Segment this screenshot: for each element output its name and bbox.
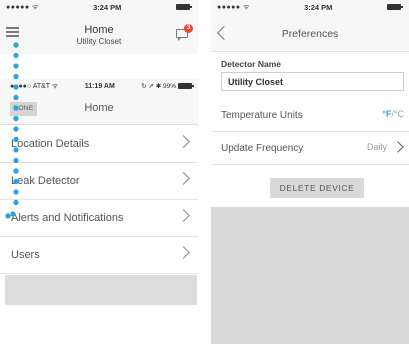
page-title: Preferences (281, 28, 339, 40)
temperature-units-label: Temperature Units (221, 109, 303, 121)
status-time: 3:24 PM (304, 2, 333, 12)
top-nav-bar: Preferences (211, 14, 409, 52)
update-frequency-value: Daily (366, 142, 387, 152)
battery-icon (175, 4, 192, 10)
battery-icon (386, 4, 403, 10)
inner-page-title: Home (84, 102, 114, 114)
inner-status-time: 11:19 AM (84, 82, 115, 90)
status-icons: ↻ ➚ ✱ 99% (141, 83, 176, 90)
unit-celsius[interactable]: °C (394, 109, 404, 119)
empty-placeholder-block (5, 275, 197, 305)
update-frequency-label: Update Frequency (221, 142, 304, 154)
wifi-icon: ᯤ (51, 82, 59, 90)
battery-icon (177, 83, 194, 89)
status-bar: ●●●●● ᯤ 3:24 PM (0, 0, 198, 14)
chevron-right-icon (177, 172, 190, 185)
top-nav-bar: Home Utility Closet 3 (0, 14, 198, 54)
wifi-icon: ᯤ (243, 3, 250, 11)
status-bar: ●●●●● ᯤ 3:24 PM (211, 0, 409, 14)
right-phone-screen: ●●●●● ᯤ 3:24 PM Preferences Detector Nam… (211, 0, 409, 344)
menu-item-label: Leak Detector (11, 175, 80, 187)
menu-item-label: Users (11, 249, 40, 261)
temperature-units-row[interactable]: Temperature Units °F/°C (211, 99, 409, 132)
update-frequency-row[interactable]: Update Frequency Daily (211, 132, 409, 165)
page-title: Home (84, 24, 114, 36)
menu-item-label: Alerts and Notifications (11, 212, 124, 224)
menu-item-alerts-notifications[interactable]: Alerts and Notifications (0, 200, 198, 237)
temperature-units-toggle[interactable]: °F/°C (382, 109, 404, 119)
unit-fahrenheit[interactable]: °F (382, 109, 391, 119)
chevron-right-icon (392, 141, 404, 153)
chevron-right-icon (177, 209, 190, 222)
page-subtitle: Utility Closet (76, 37, 122, 46)
detector-name-label: Detector Name (221, 59, 281, 69)
status-time: 3:24 PM (93, 2, 122, 12)
wifi-icon: ᯤ (32, 3, 39, 11)
delete-device-button[interactable]: DELETE DEVICE (270, 178, 364, 198)
carrier-label: ●●●●○ AT&T ᯤ (10, 82, 59, 90)
signal-indicator: ●●●●● ᯤ (217, 3, 250, 11)
inner-status-bar: ●●●●○ AT&T ᯤ 11:19 AM ↻ ➚ ✱ 99% (0, 79, 198, 93)
menu-item-label: Location Details (11, 138, 90, 150)
menu-item-leak-detector[interactable]: Leak Detector (0, 163, 198, 200)
chevron-right-icon (177, 135, 190, 148)
notification-badge: 3 (184, 24, 193, 33)
left-phone-screen: ●●●●● ᯤ 3:24 PM Home Utility Closet 3 ●●… (0, 0, 198, 344)
inner-nav-bar: DONE Home (0, 93, 198, 125)
path-dot (13, 63, 19, 69)
empty-placeholder-block (211, 207, 409, 344)
detector-name-input[interactable] (221, 72, 404, 91)
menu-item-users[interactable]: Users (0, 237, 198, 274)
menu-item-location-details[interactable]: Location Details (0, 126, 198, 163)
signal-indicator: ●●●●● ᯤ (6, 3, 39, 11)
chevron-right-icon (177, 246, 190, 259)
